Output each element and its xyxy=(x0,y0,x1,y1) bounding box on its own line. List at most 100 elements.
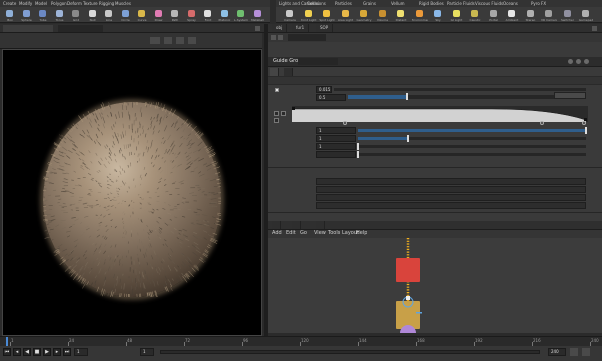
pane-close-icon[interactable] xyxy=(255,26,260,31)
shelf-tab[interactable]: Deform xyxy=(67,1,82,7)
shelf-tool-button[interactable]: Circle xyxy=(118,10,134,22)
param-slider-handle[interactable] xyxy=(585,127,587,134)
shelf-tab[interactable]: Collisions xyxy=(307,1,326,7)
section-guides[interactable] xyxy=(268,76,602,85)
play-back-icon[interactable]: ◀ xyxy=(23,348,31,356)
shelf-tool-button[interactable]: Draw xyxy=(151,10,167,22)
net-path-tab[interactable] xyxy=(292,221,301,229)
net-menu-item[interactable]: Go xyxy=(300,230,307,237)
node-path-field[interactable] xyxy=(288,34,326,41)
help-icon[interactable] xyxy=(576,59,581,64)
param-checkbox[interactable] xyxy=(275,88,279,92)
ramp-curve-editor[interactable] xyxy=(292,106,588,122)
ramp-key-marker[interactable] xyxy=(540,121,544,125)
net-menu-item[interactable]: Edit xyxy=(286,230,296,237)
param-slider-track[interactable] xyxy=(358,145,586,148)
shelf-tool-button[interactable]: Distant xyxy=(393,10,409,22)
param-slider-handle[interactable] xyxy=(407,135,410,142)
shelf-tool-button[interactable]: Ambient xyxy=(504,10,520,22)
viewport-path[interactable] xyxy=(58,25,103,32)
camera-menu-icon[interactable] xyxy=(150,37,160,44)
shelf-tab[interactable]: Oceans xyxy=(503,1,518,7)
shelf-tool-button[interactable]: Camera xyxy=(282,10,298,22)
param-value-field[interactable] xyxy=(316,178,586,185)
param-value-field[interactable] xyxy=(316,202,586,209)
param-dropdown[interactable] xyxy=(554,92,586,99)
shelf-tab[interactable]: Create xyxy=(3,1,16,7)
last-frame-icon[interactable]: ⏭ xyxy=(63,348,71,356)
current-frame-field[interactable]: 1 xyxy=(74,348,88,356)
shelf-tab[interactable]: Viscous Fluids xyxy=(475,1,503,7)
shelf-tab[interactable]: Pyro FX xyxy=(531,1,546,7)
ramp-key-marker[interactable] xyxy=(343,121,347,125)
param-value-field[interactable]: 1 xyxy=(316,127,356,134)
ramp-key-marker[interactable] xyxy=(582,121,586,125)
scene-view-tab[interactable] xyxy=(3,25,53,32)
shelf-tool-button[interactable]: Line xyxy=(101,10,117,22)
param-slider-handle[interactable] xyxy=(357,151,359,158)
param-path-tab[interactable]: obj xyxy=(272,24,288,32)
shelf-tool-button[interactable]: Environment xyxy=(412,10,428,22)
persp-view-icon[interactable] xyxy=(188,37,196,44)
shelf-tool-button[interactable]: Metaball xyxy=(250,10,266,22)
shelf-tool-button[interactable]: Torus xyxy=(52,10,68,22)
shelf-tool-button[interactable]: Area Light xyxy=(338,10,354,22)
ramp-add-icon[interactable] xyxy=(281,111,286,116)
shelf-tab[interactable]: Polygon xyxy=(51,1,67,7)
net-menu-item[interactable]: Help xyxy=(356,230,367,237)
audio-icon[interactable] xyxy=(582,348,590,356)
start-frame-field[interactable]: 1 xyxy=(140,348,154,356)
param-folder-tab[interactable] xyxy=(284,68,293,76)
shelf-tool-button[interactable]: Path xyxy=(167,10,183,22)
shelf-tool-button[interactable]: GI Light xyxy=(449,10,465,22)
end-frame-field[interactable]: 240 xyxy=(548,348,566,356)
param-value-field[interactable]: 1 xyxy=(316,143,356,150)
param-value-field[interactable]: 1 xyxy=(316,135,356,142)
node-flag-icon[interactable] xyxy=(406,296,410,300)
net-menu-item[interactable]: View xyxy=(314,230,326,237)
node-name-field[interactable] xyxy=(298,58,338,65)
shelf-tab[interactable]: Particles xyxy=(335,1,352,7)
shelf-tab[interactable]: Vellum xyxy=(391,1,405,7)
shelf-tab[interactable]: Grains xyxy=(363,1,376,7)
fur-sphere[interactable] xyxy=(43,102,221,297)
shelf-tool-button[interactable]: Sky xyxy=(430,10,446,22)
back-arrow-icon[interactable] xyxy=(271,35,276,40)
shelf-tab[interactable]: Texture xyxy=(83,1,98,7)
guide-groom-node[interactable] xyxy=(396,258,420,282)
shelf-tool-button[interactable]: Geometry xyxy=(356,10,372,22)
param-slider-handle[interactable] xyxy=(357,143,359,150)
shelf-tool-button[interactable]: Box xyxy=(2,10,18,22)
current-frame-marker[interactable] xyxy=(6,337,8,346)
first-frame-icon[interactable]: ⏮ xyxy=(3,348,11,356)
shelf-tool-button[interactable]: Spot Light xyxy=(319,10,335,22)
node-graph[interactable] xyxy=(268,238,602,333)
info-icon[interactable] xyxy=(584,59,589,64)
display-options-icon[interactable] xyxy=(164,37,172,44)
net-menu-item[interactable]: Tools xyxy=(328,230,340,237)
shelf-tool-button[interactable]: Tube xyxy=(35,10,51,22)
param-value-field[interactable] xyxy=(316,151,356,158)
prev-frame-icon[interactable]: ◂ xyxy=(13,348,21,356)
param-slider-track[interactable] xyxy=(358,153,586,156)
param-slider-track[interactable] xyxy=(334,88,586,91)
scene-viewport[interactable] xyxy=(2,49,262,336)
shelf-tab[interactable]: Particle Fluids xyxy=(447,1,475,7)
shelf-tool-button[interactable]: Switcher xyxy=(560,10,576,22)
net-path-tab[interactable] xyxy=(316,221,325,229)
stop-icon[interactable]: ■ xyxy=(33,348,41,356)
shelf-tab[interactable]: Modify xyxy=(19,1,32,7)
range-slider[interactable] xyxy=(160,350,540,354)
net-path-tab[interactable] xyxy=(272,221,281,229)
ramp-knot-icon[interactable] xyxy=(274,111,279,116)
shelf-tab[interactable]: Rigid Bodies xyxy=(419,1,444,7)
shelf-tool-button[interactable]: Sphere xyxy=(19,10,35,22)
shelf-tool-button[interactable]: Grid xyxy=(68,10,84,22)
forward-arrow-icon[interactable] xyxy=(278,35,283,40)
shelf-tool-button[interactable]: Portal xyxy=(486,10,502,22)
play-icon[interactable]: ▶ xyxy=(43,348,51,356)
shelf-tool-button[interactable]: Platonic xyxy=(217,10,233,22)
key-icon[interactable] xyxy=(570,348,578,356)
param-value-field[interactable] xyxy=(316,194,586,201)
ramp-key[interactable] xyxy=(292,107,295,110)
